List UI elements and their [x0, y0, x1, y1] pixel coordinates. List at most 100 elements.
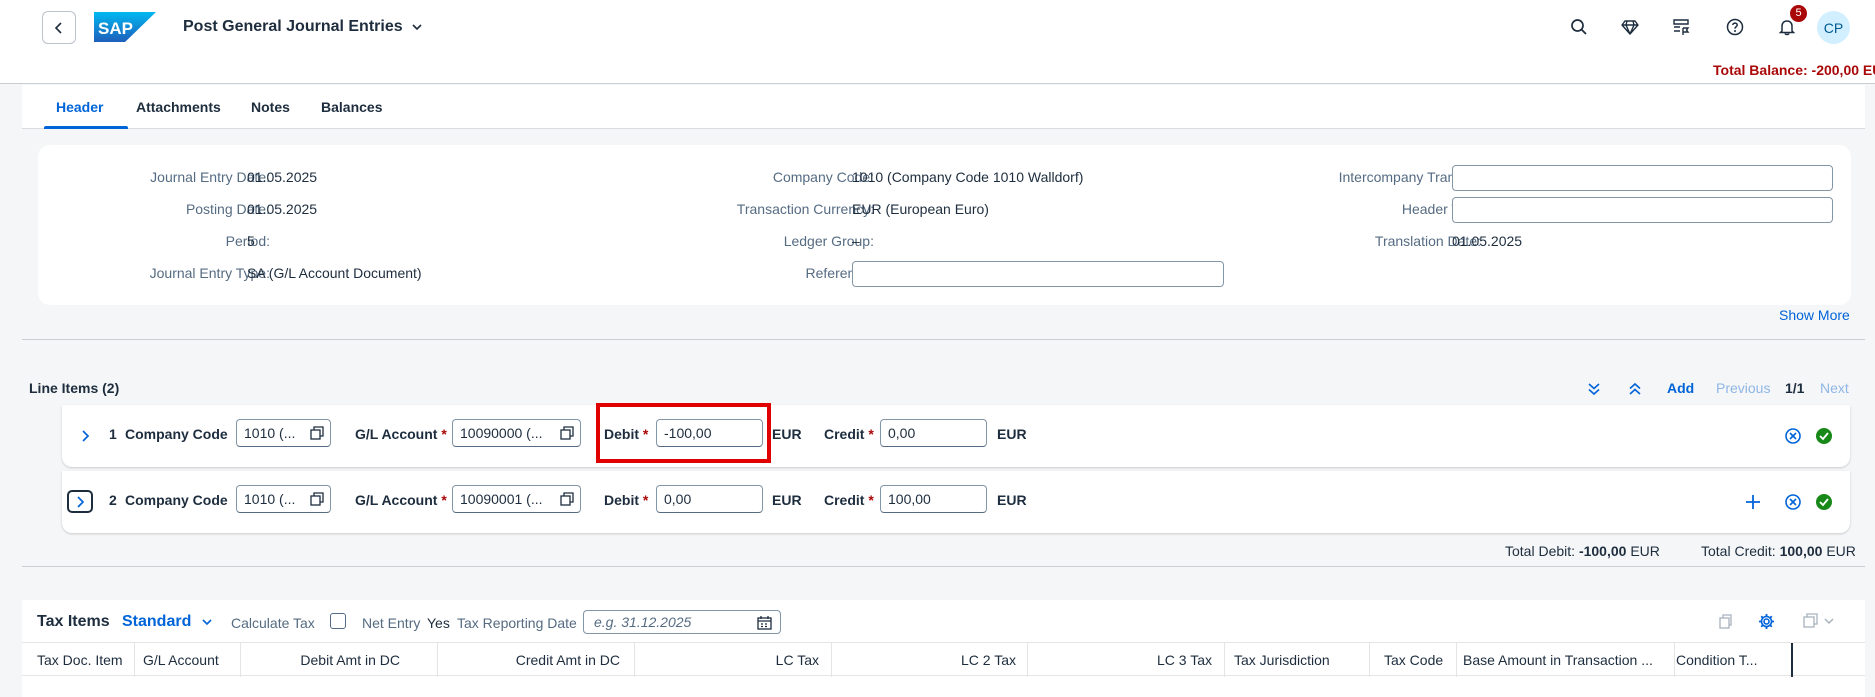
column-header[interactable]: Condition T... — [1676, 652, 1788, 668]
line-item-row: 1 Company Code 1010 (... G/L Account * 1… — [62, 405, 1850, 467]
company-code-value: 1010 (Company Code 1010 Walldorf) — [852, 169, 1084, 185]
delete-row-icon[interactable] — [1783, 492, 1803, 512]
net-entry-value: Yes — [427, 615, 450, 631]
line-item-row: 2 Company Code 1010 (... G/L Account * 1… — [62, 471, 1850, 533]
previous-button[interactable]: Previous — [1716, 380, 1770, 396]
line-number: 2 — [109, 492, 117, 508]
journal-entry-date-value: 01.05.2025 — [247, 169, 318, 185]
column-header[interactable]: G/L Account — [143, 652, 219, 668]
net-entry-label: Net Entry — [362, 615, 421, 631]
calculate-tax-label: Calculate Tax — [231, 615, 315, 631]
add-line-item-button[interactable]: Add — [1667, 380, 1694, 396]
ledger-group-value: – — [852, 233, 860, 249]
app-title-menu[interactable]: Post General Journal Entries — [183, 18, 423, 36]
column-header[interactable]: Tax Code — [1384, 652, 1474, 668]
column-header[interactable]: Debit Amt in DC — [250, 652, 400, 668]
column-header[interactable]: Base Amount in Transaction ... — [1463, 652, 1663, 668]
search-icon[interactable] — [1567, 15, 1591, 39]
collapse-all-icon[interactable] — [1625, 379, 1645, 399]
diamond-icon[interactable] — [1618, 15, 1642, 39]
company-code-value: 1010 (... — [244, 425, 296, 441]
shell-bar: SAP Post General Journal Entries 5 CP — [0, 0, 1875, 55]
column-header[interactable]: LC 3 Tax — [1037, 652, 1212, 668]
column-header[interactable]: Credit Amt in DC — [447, 652, 620, 668]
debit-input[interactable]: 0,00 — [656, 485, 763, 513]
tab-balances[interactable]: Balances — [321, 99, 382, 115]
calculate-tax-checkbox[interactable] — [330, 613, 346, 629]
translation-date-value: 01.05.2025 — [1452, 233, 1523, 249]
reference-input[interactable] — [852, 261, 1224, 287]
line-items-title: Line Items (2) — [29, 380, 120, 396]
flag-list-icon[interactable] — [1669, 15, 1693, 39]
credit-currency: EUR — [997, 426, 1027, 442]
notification-badge: 5 — [1790, 5, 1807, 22]
variant-selector[interactable]: Standard — [122, 613, 213, 631]
tab-attachments[interactable]: Attachments — [136, 99, 221, 115]
value-help-icon[interactable] — [559, 425, 575, 441]
transaction-currency-value: EUR (European Euro) — [852, 201, 989, 217]
credit-label: Credit * — [824, 426, 874, 442]
debit-currency: EUR — [772, 426, 802, 442]
credit-input[interactable]: 100,00 — [880, 485, 987, 513]
gl-account-label: G/L Account * — [355, 426, 447, 442]
gl-account-input[interactable]: 10090001 (... — [452, 485, 581, 513]
delete-row-icon[interactable] — [1783, 426, 1803, 446]
total-credit: Total Credit: 100,00 EUR — [1701, 543, 1856, 559]
back-button[interactable] — [42, 11, 76, 44]
debit-currency: EUR — [772, 492, 802, 508]
page-indicator: 1/1 — [1785, 380, 1805, 396]
gl-account-input[interactable]: 10090000 (... — [452, 419, 581, 447]
intercompany-transaction-input[interactable] — [1452, 165, 1833, 191]
add-row-icon[interactable] — [1743, 492, 1763, 512]
header-text-input[interactable] — [1452, 197, 1833, 223]
value-help-icon[interactable] — [559, 491, 575, 507]
tax-reporting-date-input[interactable]: e.g. 31.12.2025 — [583, 610, 781, 634]
expand-all-icon[interactable] — [1584, 379, 1604, 399]
value-help-icon[interactable] — [309, 425, 325, 441]
column-header[interactable]: LC 2 Tax — [840, 652, 1016, 668]
chevron-right-icon — [82, 429, 90, 442]
total-balance-bar: Total Balance: -200,00 EUR — [0, 55, 1875, 84]
company-code-input[interactable]: 1010 (... — [236, 419, 331, 447]
chevron-down-icon — [202, 619, 212, 626]
column-header[interactable]: Tax Jurisdiction — [1234, 652, 1359, 668]
show-more-link[interactable]: Show More — [1779, 307, 1850, 323]
export-icon[interactable] — [1800, 611, 1820, 631]
tax-reporting-date-label: Tax Reporting Date — [457, 615, 577, 631]
expand-row-button[interactable] — [72, 424, 98, 447]
expand-row-button[interactable] — [67, 490, 93, 513]
value-help-icon[interactable] — [309, 491, 325, 507]
active-tab-indicator — [44, 126, 128, 129]
total-debit: Total Debit: -100,00 EUR — [1505, 543, 1660, 559]
chevron-left-icon — [54, 21, 62, 34]
next-button[interactable]: Next — [1820, 380, 1849, 396]
company-code-label: Company Code — [125, 426, 228, 442]
column-header[interactable]: LC Tax — [644, 652, 819, 668]
tab-bar: Header Attachments Notes Balances — [22, 85, 1865, 129]
calendar-icon[interactable] — [757, 615, 772, 630]
app-title: Post General Journal Entries — [183, 18, 403, 35]
copy-icon[interactable] — [1715, 611, 1735, 631]
help-icon[interactable] — [1723, 15, 1747, 39]
tab-notes[interactable]: Notes — [251, 99, 290, 115]
credit-currency: EUR — [997, 492, 1027, 508]
gl-account-value: 10090000 (... — [460, 425, 543, 441]
tax-items-panel: Tax Items Standard Calculate Tax Net Ent… — [22, 600, 1865, 697]
gl-account-value: 10090001 (... — [460, 491, 543, 507]
sap-logo: SAP — [94, 12, 156, 42]
tab-header[interactable]: Header — [56, 99, 103, 115]
debit-label: Debit * — [604, 492, 649, 508]
column-header[interactable]: Tax Doc. Item — [37, 652, 123, 668]
posting-date-value: 01.05.2025 — [247, 201, 318, 217]
variant-name: Standard — [122, 613, 192, 630]
credit-input[interactable]: 0,00 — [880, 419, 987, 447]
totals-divider — [22, 566, 1865, 567]
gl-account-label: G/L Account * — [355, 492, 447, 508]
success-check-icon — [1814, 426, 1834, 446]
tax-reporting-date-placeholder: e.g. 31.12.2025 — [594, 614, 692, 630]
avatar[interactable]: CP — [1817, 11, 1850, 44]
export-menu-icon[interactable] — [1822, 611, 1836, 631]
tax-items-table-header: Tax Doc. Item G/L Account Debit Amt in D… — [22, 642, 1865, 677]
company-code-input[interactable]: 1010 (... — [236, 485, 331, 513]
settings-gear-icon[interactable] — [1756, 611, 1776, 631]
